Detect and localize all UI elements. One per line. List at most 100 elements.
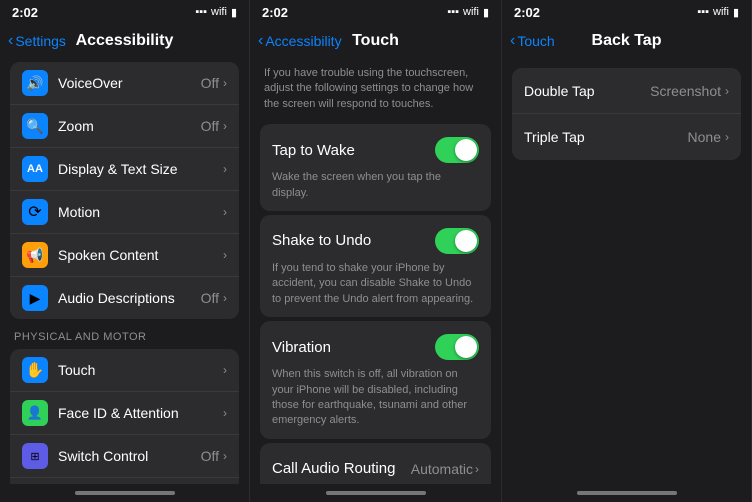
vibration-block: Vibration When this switch is off, all v… bbox=[260, 321, 491, 439]
vibration-toggle[interactable] bbox=[435, 334, 479, 360]
double-tap-value: Screenshot bbox=[650, 83, 721, 99]
vibration-row: Vibration bbox=[272, 331, 479, 363]
home-indicator-3 bbox=[577, 491, 677, 495]
shake-to-undo-block: Shake to Undo If you tend to shake your … bbox=[260, 215, 491, 317]
tap-to-wake-label: Tap to Wake bbox=[272, 142, 355, 159]
triple-tap-row[interactable]: Triple Tap None › bbox=[512, 114, 741, 160]
voiceover-chevron: › bbox=[223, 76, 227, 90]
tap-to-wake-toggle[interactable] bbox=[435, 137, 479, 163]
motion-row[interactable]: ⟳ Motion › bbox=[10, 191, 239, 234]
panel3-scroll: Double Tap Screenshot › Triple Tap None … bbox=[502, 60, 751, 484]
touch-row[interactable]: ✋ Touch › bbox=[10, 349, 239, 392]
vibration-desc: When this switch is off, all vibration o… bbox=[272, 367, 479, 429]
zoom-label: Zoom bbox=[58, 118, 201, 134]
battery-icon-3: ▮ bbox=[733, 6, 739, 19]
status-icons-2: ▪▪▪ wifi ▮ bbox=[447, 6, 489, 19]
voiceover-value: Off bbox=[201, 75, 219, 91]
back-chevron-3: ‹ bbox=[510, 32, 515, 50]
signal-icon-3: ▪▪▪ bbox=[697, 6, 709, 18]
touch-info-text: If you have trouble using the touchscree… bbox=[250, 60, 501, 120]
battery-icon: ▮ bbox=[231, 6, 237, 19]
back-chevron-1: ‹ bbox=[8, 32, 13, 50]
battery-icon-2: ▮ bbox=[483, 6, 489, 19]
double-tap-chevron: › bbox=[725, 84, 729, 98]
call-audio-row[interactable]: Call Audio Routing Automatic › bbox=[272, 453, 479, 484]
motor-section: ✋ Touch › 👤 Face ID & Attention › ⊞ Swit… bbox=[10, 349, 239, 484]
spoken-content-chevron: › bbox=[223, 248, 227, 262]
audio-desc-chevron: › bbox=[223, 291, 227, 305]
call-audio-value-text: Automatic bbox=[411, 461, 473, 477]
call-audio-label: Call Audio Routing bbox=[272, 460, 395, 477]
back-to-settings[interactable]: ‹ Settings bbox=[8, 32, 66, 50]
status-time-1: 2:02 bbox=[12, 5, 38, 20]
double-tap-row[interactable]: Double Tap Screenshot › bbox=[512, 68, 741, 114]
shake-to-undo-desc: If you tend to shake your iPhone by acci… bbox=[272, 261, 479, 307]
tap-to-wake-row: Tap to Wake bbox=[272, 134, 479, 166]
home-indicator-2 bbox=[326, 491, 426, 495]
home-bar-3 bbox=[502, 484, 751, 502]
zoom-icon: 🔍 bbox=[22, 113, 48, 139]
faceid-icon: 👤 bbox=[22, 400, 48, 426]
voice-control-row[interactable]: 🎙 Voice Control Off › bbox=[10, 478, 239, 484]
audio-desc-icon: ▶ bbox=[22, 285, 48, 311]
call-audio-block[interactable]: Call Audio Routing Automatic › Call audi… bbox=[260, 443, 491, 484]
back-tap-section: Double Tap Screenshot › Triple Tap None … bbox=[512, 68, 741, 160]
shake-to-undo-toggle[interactable] bbox=[435, 228, 479, 254]
wifi-icon: wifi bbox=[211, 6, 227, 18]
spoken-content-icon: 📢 bbox=[22, 242, 48, 268]
zoom-chevron: › bbox=[223, 119, 227, 133]
call-audio-value: Automatic › bbox=[411, 461, 479, 477]
audio-desc-label: Audio Descriptions bbox=[58, 290, 201, 306]
touch-chevron: › bbox=[223, 363, 227, 377]
back-label-1: Settings bbox=[15, 33, 66, 49]
motion-icon: ⟳ bbox=[22, 199, 48, 225]
tap-to-wake-knob bbox=[455, 139, 477, 161]
zoom-row[interactable]: 🔍 Zoom Off › bbox=[10, 105, 239, 148]
status-icons-1: ▪▪▪ wifi ▮ bbox=[195, 6, 237, 19]
audio-descriptions-row[interactable]: ▶ Audio Descriptions Off › bbox=[10, 277, 239, 319]
display-text-chevron: › bbox=[223, 162, 227, 176]
nav-title-3: Back Tap bbox=[592, 32, 662, 50]
back-to-touch[interactable]: ‹ Touch bbox=[510, 32, 555, 50]
back-label-3: Touch bbox=[517, 33, 554, 49]
nav-bar-3: ‹ Touch Back Tap bbox=[502, 22, 751, 60]
display-text-size-row[interactable]: AA Display & Text Size › bbox=[10, 148, 239, 191]
status-time-2: 2:02 bbox=[262, 5, 288, 20]
voiceover-icon: 🔊 bbox=[22, 70, 48, 96]
accessibility-top-section: 🔊 VoiceOver Off › 🔍 Zoom Off › AA Displa… bbox=[10, 62, 239, 319]
wifi-icon-3: wifi bbox=[713, 6, 729, 18]
switch-control-row[interactable]: ⊞ Switch Control Off › bbox=[10, 435, 239, 478]
switch-control-label: Switch Control bbox=[58, 448, 201, 464]
section-header-physical: PHYSICAL AND MOTOR bbox=[0, 321, 249, 347]
touch-label: Touch bbox=[58, 362, 223, 378]
faceid-chevron: › bbox=[223, 406, 227, 420]
faceid-row[interactable]: 👤 Face ID & Attention › bbox=[10, 392, 239, 435]
zoom-value: Off bbox=[201, 118, 219, 134]
display-text-label: Display & Text Size bbox=[58, 161, 223, 177]
triple-tap-label: Triple Tap bbox=[524, 129, 688, 145]
back-to-accessibility[interactable]: ‹ Accessibility bbox=[258, 32, 342, 50]
status-bar-2: 2:02 ▪▪▪ wifi ▮ bbox=[250, 0, 501, 22]
triple-tap-chevron: › bbox=[725, 130, 729, 144]
panel-back-tap: 2:02 ▪▪▪ wifi ▮ ‹ Touch Back Tap Double … bbox=[502, 0, 752, 502]
vibration-label: Vibration bbox=[272, 339, 331, 356]
nav-title-1: Accessibility bbox=[76, 32, 174, 50]
voiceover-row[interactable]: 🔊 VoiceOver Off › bbox=[10, 62, 239, 105]
panel1-scroll: 🔊 VoiceOver Off › 🔍 Zoom Off › AA Displa… bbox=[0, 60, 249, 484]
home-bar-1 bbox=[0, 484, 249, 502]
double-tap-label: Double Tap bbox=[524, 83, 650, 99]
nav-title-2: Touch bbox=[352, 32, 399, 50]
spoken-content-row[interactable]: 📢 Spoken Content › bbox=[10, 234, 239, 277]
spoken-content-label: Spoken Content bbox=[58, 247, 223, 263]
signal-icon-2: ▪▪▪ bbox=[447, 6, 459, 18]
tap-to-wake-block: Tap to Wake Wake the screen when you tap… bbox=[260, 124, 491, 211]
status-bar-1: 2:02 ▪▪▪ wifi ▮ bbox=[0, 0, 249, 22]
motion-chevron: › bbox=[223, 205, 227, 219]
back-chevron-2: ‹ bbox=[258, 32, 263, 50]
status-bar-3: 2:02 ▪▪▪ wifi ▮ bbox=[502, 0, 751, 22]
back-label-2: Accessibility bbox=[265, 33, 341, 49]
touch-icon: ✋ bbox=[22, 357, 48, 383]
signal-icon: ▪▪▪ bbox=[195, 6, 207, 18]
shake-to-undo-knob bbox=[455, 230, 477, 252]
nav-bar-2: ‹ Accessibility Touch bbox=[250, 22, 501, 60]
